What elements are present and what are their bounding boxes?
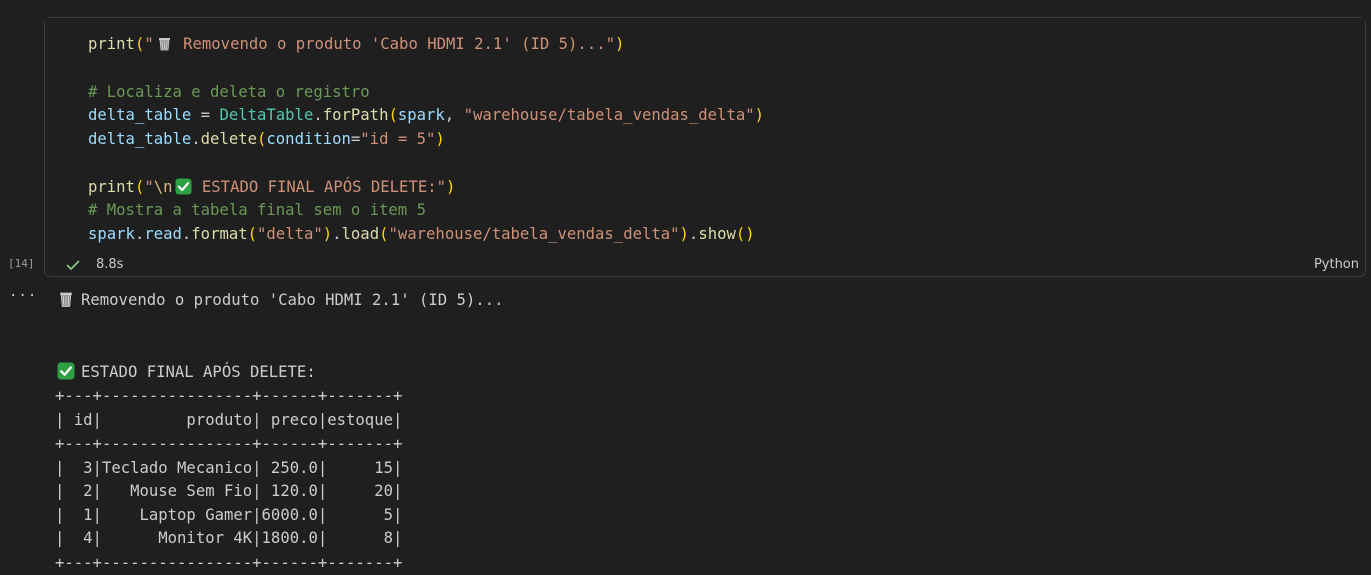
code-token: "warehouse/tabela_vendas_delta" bbox=[463, 106, 755, 124]
table-border: +---+----------------+------+-------+ bbox=[55, 435, 403, 453]
code-token: forPath bbox=[322, 106, 389, 124]
code-token: ( bbox=[388, 106, 398, 124]
code-token: delta_table bbox=[88, 130, 192, 148]
code-token: print bbox=[88, 35, 135, 53]
code-token: ( bbox=[257, 130, 267, 148]
table-row: | 2| Mouse Sem Fio| 120.0| 20| bbox=[55, 482, 403, 500]
table-row: | 3|Teclado Mecanico| 250.0| 15| bbox=[55, 459, 403, 477]
code-line-4: delta_table = DeltaTable.forPath(spark, … bbox=[88, 104, 764, 126]
code-token: . bbox=[688, 225, 699, 243]
code-token: "delta" bbox=[257, 225, 323, 243]
code-token: format bbox=[191, 225, 248, 243]
code-token: , bbox=[444, 106, 464, 124]
output-line: Removendo o produto 'Cabo HDMI 2.1' (ID … bbox=[57, 288, 503, 312]
code-token: = bbox=[350, 130, 361, 148]
code-token: Removendo o produto 'Cabo HDMI 2.1' (ID … bbox=[173, 35, 615, 53]
check-mark-button-icon bbox=[175, 178, 192, 195]
table-row: | 4| Monitor 4K|1800.0| 8| bbox=[55, 529, 403, 547]
code-comment: # Mostra a tabela final sem o item 5 bbox=[88, 201, 426, 219]
code-token: " bbox=[144, 35, 154, 53]
code-token: ) bbox=[446, 178, 456, 196]
output-line: ESTADO FINAL APÓS DELETE: bbox=[57, 360, 316, 384]
code-token: ) bbox=[435, 130, 445, 148]
code-line-7: print("\n ESTADO FINAL APÓS DELETE:") bbox=[88, 176, 455, 198]
output-actions-button[interactable]: ··· bbox=[9, 288, 37, 304]
code-token: . bbox=[313, 106, 323, 124]
execution-time: 8.8s bbox=[96, 257, 124, 272]
code-token: ( bbox=[247, 225, 258, 243]
code-token: ( bbox=[134, 35, 145, 53]
code-token: () bbox=[735, 225, 755, 243]
code-token: ) bbox=[679, 225, 689, 243]
table-border: +---+----------------+------+-------+ bbox=[55, 554, 403, 572]
code-token: . bbox=[181, 225, 192, 243]
code-token: spark bbox=[397, 106, 445, 124]
table-row: | 1| Laptop Gamer|6000.0| 5| bbox=[55, 506, 403, 524]
wastebasket-icon bbox=[156, 35, 173, 52]
code-token: delete bbox=[200, 130, 258, 148]
notebook-view: print(" Removendo o produto 'Cabo HDMI 2… bbox=[0, 0, 1371, 575]
code-cell[interactable]: print(" Removendo o produto 'Cabo HDMI 2… bbox=[44, 17, 1366, 277]
table-header: | id| produto| preco|estoque| bbox=[55, 411, 403, 429]
execution-count: [14] bbox=[8, 257, 35, 270]
output-text: Removendo o produto 'Cabo HDMI 2.1' (ID … bbox=[81, 291, 504, 309]
code-token: ( bbox=[134, 178, 145, 196]
code-token: spark bbox=[88, 225, 135, 243]
code-token: ESTADO FINAL APÓS DELETE:" bbox=[192, 178, 446, 196]
code-token: ) bbox=[614, 35, 625, 53]
code-token: ) bbox=[322, 225, 333, 243]
code-line-8: # Mostra a tabela final sem o item 5 bbox=[88, 199, 426, 221]
check-icon bbox=[65, 257, 81, 273]
code-line-1: print(" Removendo o produto 'Cabo HDMI 2… bbox=[88, 33, 624, 55]
code-token: = bbox=[191, 106, 220, 124]
code-line-5: delta_table.delete(condition="id = 5") bbox=[88, 128, 445, 150]
code-token: \n bbox=[153, 178, 173, 196]
code-token: condition bbox=[266, 130, 351, 148]
code-token: DeltaTable bbox=[219, 106, 314, 124]
language-picker[interactable]: Python bbox=[1314, 257, 1359, 273]
code-token: "id = 5" bbox=[360, 130, 436, 148]
code-token: show bbox=[698, 225, 736, 243]
table-border: +---+----------------+------+-------+ bbox=[55, 387, 403, 405]
check-mark-button-icon bbox=[57, 362, 75, 380]
code-token: . bbox=[332, 225, 342, 243]
code-token: load bbox=[341, 225, 380, 243]
output-text: ESTADO FINAL APÓS DELETE: bbox=[81, 363, 316, 381]
cell-status-bar: 8.8s Python bbox=[45, 254, 1365, 276]
code-token: "warehouse/tabela_vendas_delta" bbox=[388, 225, 680, 243]
code-token: read bbox=[144, 225, 182, 243]
code-token: ) bbox=[754, 106, 765, 124]
code-token: " bbox=[144, 178, 154, 196]
code-line-3: # Localiza e deleta o registro bbox=[88, 81, 370, 103]
code-editor[interactable]: print(" Removendo o produto 'Cabo HDMI 2… bbox=[45, 18, 1365, 258]
code-token: print bbox=[88, 178, 135, 196]
code-token: . bbox=[134, 225, 145, 243]
code-line-9: spark.read.format("delta").load("warehou… bbox=[88, 223, 755, 245]
code-token: delta_table bbox=[88, 106, 192, 124]
code-comment: # Localiza e deleta o registro bbox=[88, 83, 370, 101]
code-token: . bbox=[191, 130, 201, 148]
wastebasket-icon bbox=[57, 290, 75, 308]
